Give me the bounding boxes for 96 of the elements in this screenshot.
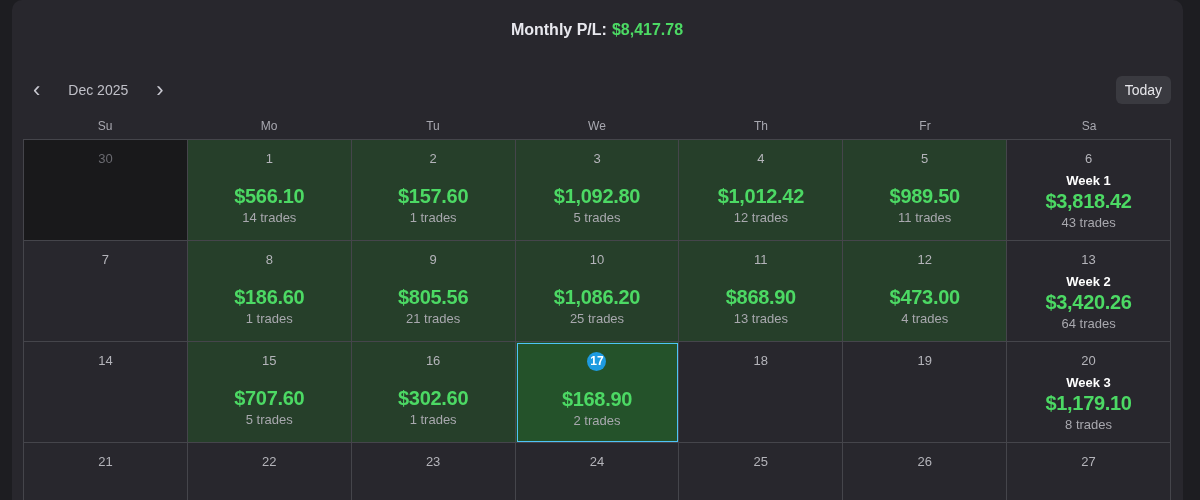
profit-amount: $1,092.80 <box>553 185 641 208</box>
profit-amount: $805.56 <box>398 286 469 309</box>
calendar-day-cell[interactable]: 4 $1,012.42 12 trades <box>679 140 844 241</box>
day-number: 2 <box>429 150 437 168</box>
weekday-header: Th <box>753 119 769 135</box>
day-number: 18 <box>753 352 769 370</box>
calendar-day-cell[interactable]: 10 $1,086.20 25 trades <box>515 241 680 342</box>
trade-count: 1 trades <box>409 412 457 427</box>
day-number: 13 <box>1081 251 1096 269</box>
calendar-day-cell[interactable]: 8 $186.60 1 trades <box>187 241 352 342</box>
profit-amount: $707.60 <box>234 387 305 410</box>
week-label: Week 1 <box>1066 173 1111 188</box>
calendar-day-cell[interactable]: 12 $473.00 4 trades <box>843 241 1008 342</box>
day-number: 11 <box>754 251 768 269</box>
trade-count: 5 trades <box>245 412 293 427</box>
calendar-day-cell[interactable]: 7 <box>24 241 188 342</box>
trade-count: 4 trades <box>901 311 949 326</box>
day-number: 24 <box>589 453 605 471</box>
day-number: 7 <box>101 251 110 269</box>
calendar-day-cell[interactable]: 14 <box>24 342 188 443</box>
profit-amount: $186.60 <box>234 286 305 309</box>
profit-amount: $157.60 <box>398 185 469 208</box>
weekday-header: Sa <box>1080 119 1098 135</box>
calendar-day-cell[interactable]: 17 $168.90 2 trades <box>515 342 680 443</box>
calendar-day-cell[interactable]: 13 Week 2 $3,420.26 64 trades <box>1007 241 1171 342</box>
calendar-day-cell[interactable]: 9 $805.56 21 trades <box>351 241 516 342</box>
day-number: 19 <box>917 352 932 370</box>
day-number: 15 <box>262 352 277 370</box>
week-label: Week 3 <box>1066 375 1111 390</box>
profit-amount: $473.00 <box>889 286 960 309</box>
calendar-day-cell[interactable]: 20 Week 3 $1,179.10 8 trades <box>1007 342 1171 443</box>
day-number: 14 <box>98 352 113 370</box>
profit-amount: $168.90 <box>561 388 633 411</box>
day-number: 6 <box>1084 150 1093 168</box>
weekday-header: Tu <box>425 119 441 135</box>
profit-amount: $1,012.42 <box>717 185 804 208</box>
monthly-pl-label: Monthly P/L: <box>510 21 607 38</box>
day-number: 8 <box>265 251 273 269</box>
weekday-header: Fr <box>918 119 932 135</box>
day-number: 12 <box>917 251 932 269</box>
previous-month-button[interactable]: ‹ <box>27 78 47 102</box>
today-button[interactable]: Today <box>1115 76 1171 104</box>
day-number: 27 <box>1081 453 1096 471</box>
weekday-header: Su <box>96 119 114 135</box>
calendar-day-cell[interactable]: 1 $566.10 14 trades <box>187 140 352 241</box>
calendar-day-cell[interactable]: 15 $707.60 5 trades <box>187 342 352 443</box>
trade-count: 21 trades <box>406 311 461 326</box>
day-number: 21 <box>98 453 113 471</box>
day-number: 26 <box>917 453 932 471</box>
trade-count: 11 trades <box>898 210 952 225</box>
day-number: 5 <box>921 150 929 168</box>
trade-count: 13 trades <box>733 311 788 326</box>
profit-amount: $1,179.10 <box>1045 392 1132 415</box>
calendar-day-cell[interactable]: 6 Week 1 $3,818.42 43 trades <box>1007 140 1171 241</box>
trade-count: 5 trades <box>573 210 621 225</box>
calendar-day-cell[interactable]: 11 $868.90 13 trades <box>679 241 844 342</box>
trade-count: 2 trades <box>573 413 621 428</box>
today-date-badge: 17 <box>587 352 607 371</box>
profit-amount: $989.50 <box>889 185 960 208</box>
day-number: 9 <box>429 251 437 269</box>
trade-count: 12 trades <box>733 210 788 225</box>
day-number: 20 <box>1081 352 1096 370</box>
profit-amount: $566.10 <box>234 185 305 208</box>
trade-count: 14 trades <box>242 210 297 225</box>
day-number: 10 <box>589 251 605 269</box>
trade-count: 8 trades <box>1065 417 1113 432</box>
trade-count: 1 trades <box>409 210 457 225</box>
month-label: Dec 2025 <box>68 82 129 98</box>
calendar-day-cell[interactable]: 3 $1,092.80 5 trades <box>515 140 680 241</box>
weekday-header: Mo <box>259 119 279 135</box>
profit-amount: $3,420.26 <box>1045 291 1132 314</box>
trade-count: 25 trades <box>569 311 625 326</box>
day-number: 30 <box>98 150 113 168</box>
calendar-day-cell[interactable]: 5 $989.50 11 trades <box>843 140 1008 241</box>
weekday-header: We <box>587 119 607 135</box>
trade-count: 64 trades <box>1061 316 1116 331</box>
day-number: 1 <box>265 150 273 168</box>
day-number: 22 <box>262 453 277 471</box>
calendar-day-cell[interactable]: 16 $302.60 1 trades <box>351 342 516 443</box>
profit-amount: $302.60 <box>398 387 469 410</box>
trade-count: 43 trades <box>1061 215 1116 230</box>
day-number: 16 <box>425 352 441 370</box>
calendar-day-cell[interactable]: 18 <box>679 342 844 443</box>
profit-amount: $3,818.42 <box>1045 190 1132 213</box>
week-label: Week 2 <box>1066 274 1111 289</box>
day-number: 23 <box>425 453 441 471</box>
day-number: 25 <box>753 453 769 471</box>
day-number: 4 <box>757 150 765 168</box>
profit-amount: $1,086.20 <box>553 286 641 309</box>
calendar-day-cell[interactable]: 2 $157.60 1 trades <box>351 140 516 241</box>
monthly-pl-value: $8,417.78 <box>611 21 684 38</box>
profit-amount: $868.90 <box>725 286 796 309</box>
trade-count: 1 trades <box>245 311 293 326</box>
next-month-button[interactable]: › <box>150 78 170 102</box>
day-number: 3 <box>593 150 601 168</box>
calendar-day-cell[interactable]: 19 <box>843 342 1008 443</box>
